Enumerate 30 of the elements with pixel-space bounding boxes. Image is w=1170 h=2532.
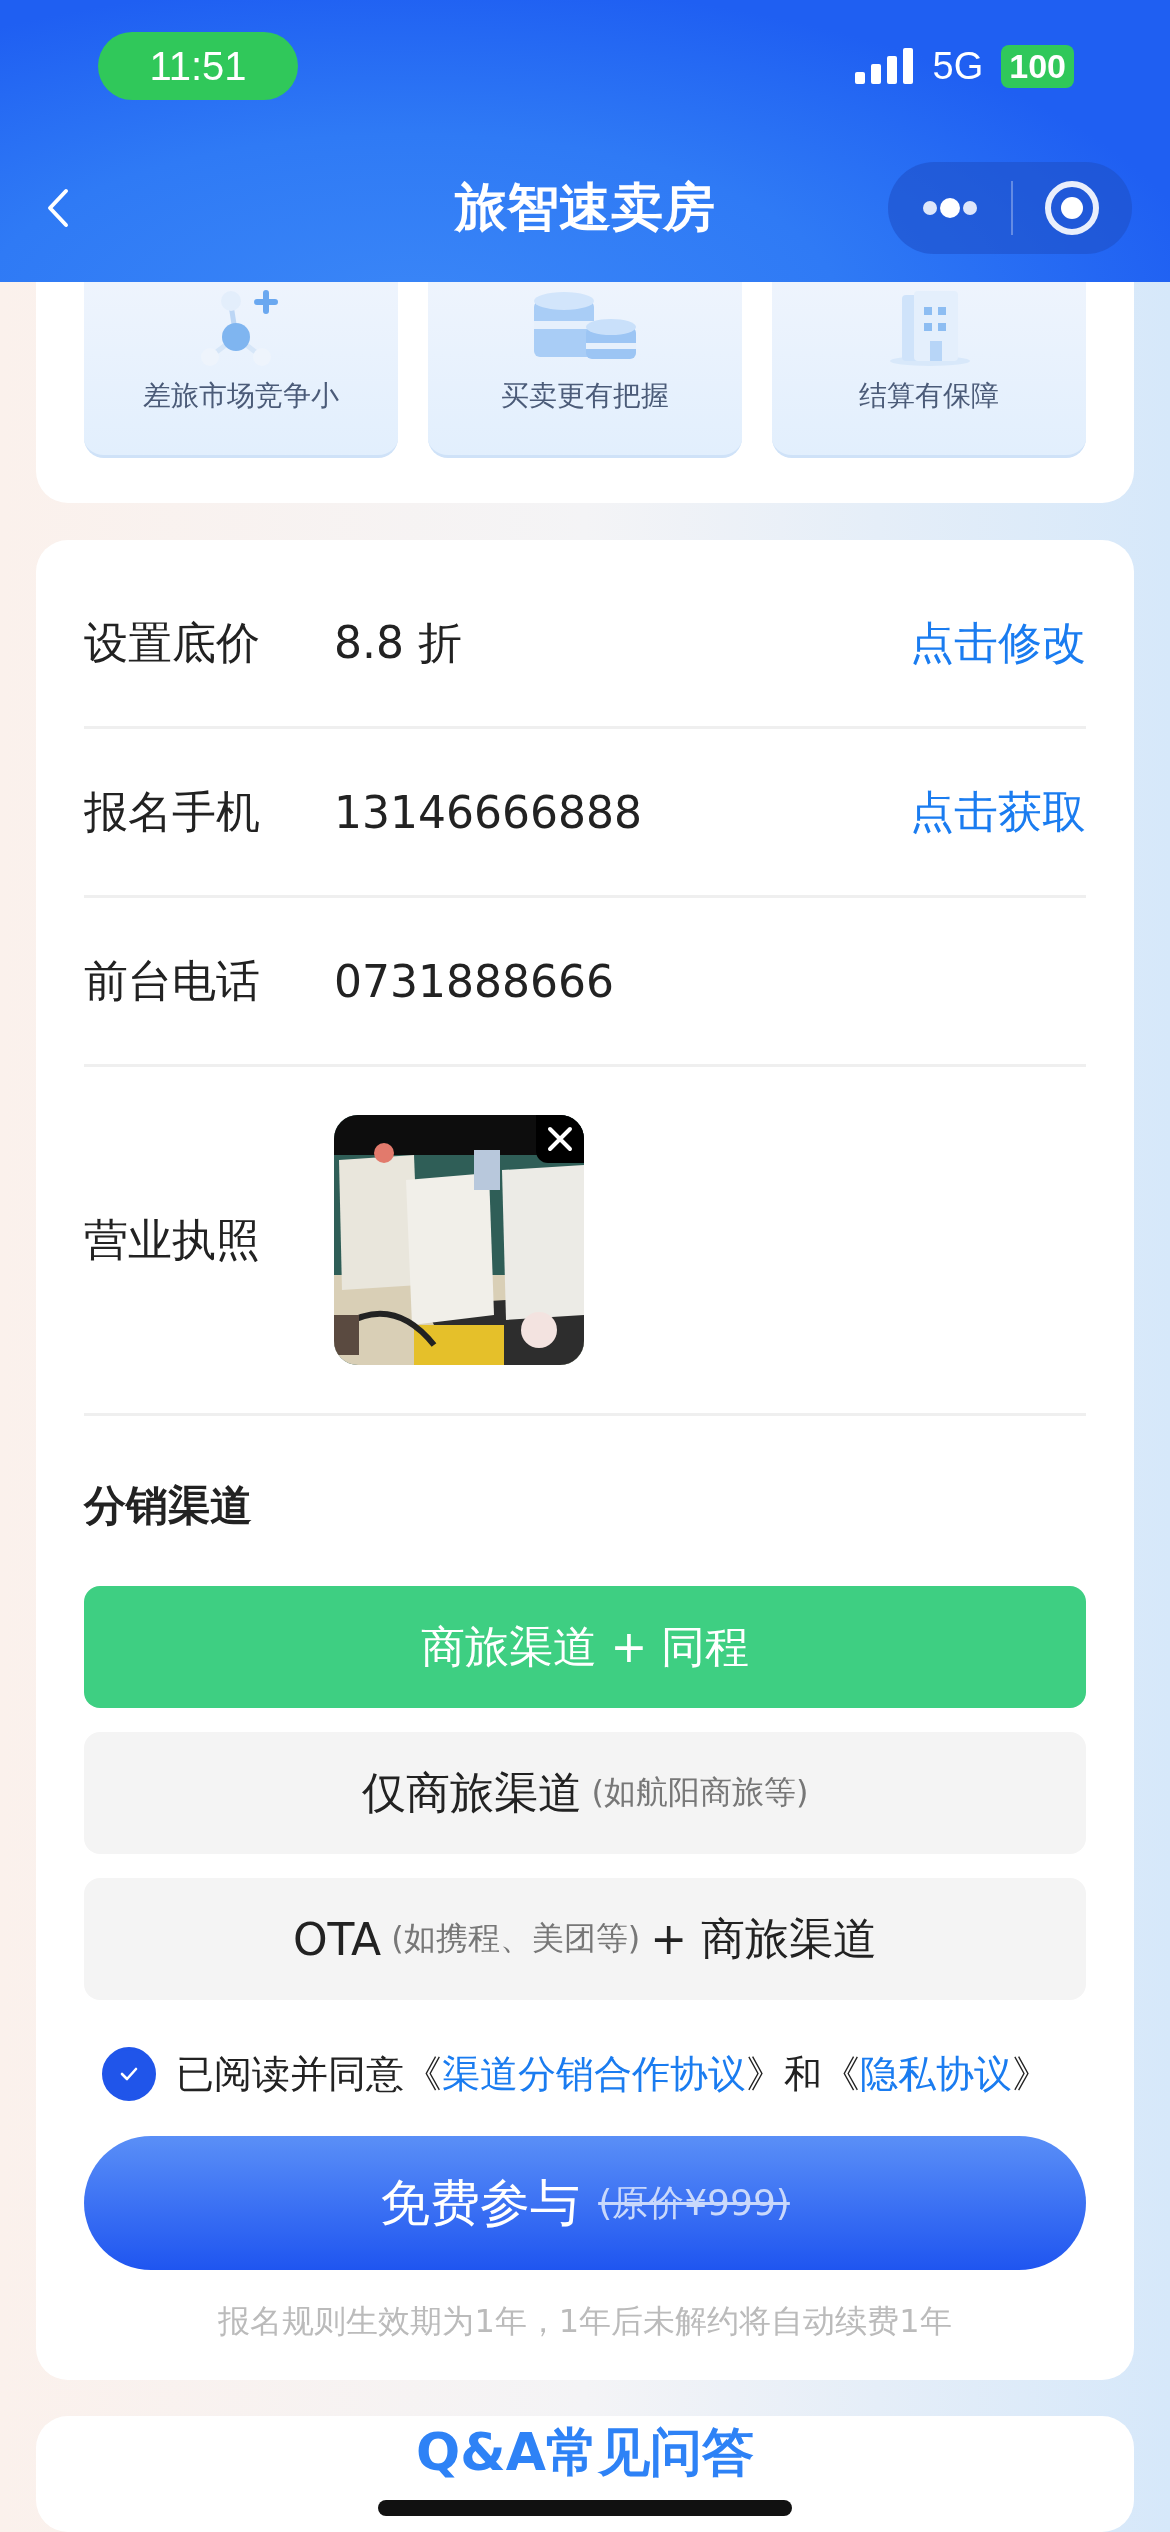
back-icon[interactable] — [46, 188, 70, 228]
field-label: 前台电话 — [84, 953, 261, 1008]
agreement-link[interactable]: 隐私协议 — [860, 2051, 1012, 2096]
feature-label: 差旅市场竞争小 — [143, 378, 339, 414]
signal-icon — [854, 48, 915, 84]
section-title: 分销渠道 — [84, 1480, 253, 1532]
network-label: 5G — [932, 44, 984, 88]
channel-option[interactable]: OTA (如携程、美团等) + 商旅渠道 — [84, 1878, 1086, 2000]
close-target-icon[interactable] — [1044, 180, 1101, 236]
faq-title: Q&A常见问答 — [416, 2421, 754, 2484]
field-value: 13146666888 — [334, 786, 643, 838]
feature-label: 结算有保障 — [859, 378, 999, 414]
field-value: 0731888666 — [334, 955, 615, 1007]
agreement-text: 已阅读并同意《渠道分销合作协议》和《隐私协议》 — [176, 2050, 1050, 2098]
action-link[interactable]: 点击获取 — [910, 782, 1086, 842]
agreement-link[interactable]: 渠道分销合作协议 — [442, 2051, 746, 2096]
agree-checkbox[interactable] — [102, 2047, 156, 2101]
field-label: 设置底价 — [84, 615, 261, 670]
feature-label: 买卖更有把握 — [501, 378, 669, 414]
remove-photo-button[interactable] — [536, 1115, 584, 1163]
page-title: 旅智速卖房 — [455, 176, 715, 239]
field-label: 报名手机 — [84, 784, 261, 839]
action-link[interactable]: 点击修改 — [910, 613, 1086, 673]
channel-option[interactable]: 仅商旅渠道 (如航阳商旅等) — [84, 1732, 1086, 1854]
submit-button[interactable]: 免费参与 (原价¥999) — [84, 2136, 1086, 2270]
field-label: 营业执照 — [84, 1212, 261, 1267]
status-time: 11:51 — [98, 32, 298, 100]
battery-level: 100 — [1001, 44, 1074, 88]
renewal-note: 报名规则生效期为1年，1年后未解约将自动续费1年 — [217, 2301, 953, 2342]
field-value: 8.8 折 — [334, 615, 463, 670]
